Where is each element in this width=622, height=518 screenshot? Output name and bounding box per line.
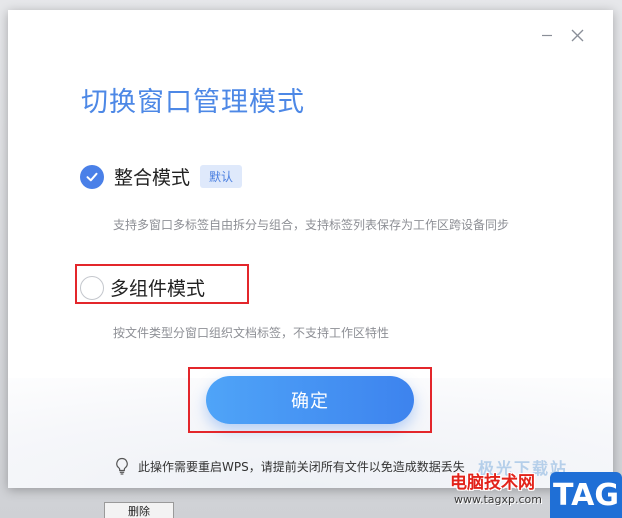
- confirm-button[interactable]: 确定: [206, 376, 414, 424]
- restart-notice: 此操作需要重启WPS，请提前关闭所有文件以免造成数据丢失: [114, 457, 465, 475]
- checkmark-icon: [86, 172, 98, 181]
- background-tab-delete: 删除: [104, 502, 174, 518]
- notice-text: 此操作需要重启WPS，请提前关闭所有文件以免造成数据丢失: [138, 459, 465, 474]
- radio-unchecked[interactable]: [80, 275, 104, 300]
- dialog-title: 切换窗口管理模式: [81, 87, 305, 118]
- option-integrated-mode[interactable]: 整合模式 默认: [80, 163, 243, 190]
- option-label: 多组件模式: [110, 278, 206, 300]
- watermark-site-name: 电脑技术网: [450, 473, 535, 493]
- lightbulb-icon: [116, 457, 128, 475]
- option-description: 支持多窗口多标签自由拆分与组合，支持标签列表保存为工作区跨设备同步: [113, 218, 510, 232]
- window-mode-dialog: 切换窗口管理模式 整合模式 默认 支持多窗口多标签自由拆分与组合，支持标签列表保…: [8, 10, 613, 488]
- default-badge: 默认: [200, 165, 243, 188]
- watermark-url: www.tagxp.com: [454, 493, 542, 506]
- option-description: 按文件类型分窗口组织文档标签，不支持工作区特性: [113, 326, 390, 340]
- option-multi-component-mode[interactable]: 多组件模式: [80, 274, 205, 301]
- close-button[interactable]: [566, 24, 588, 46]
- minimize-icon: [542, 34, 552, 37]
- close-icon: [571, 29, 583, 41]
- minimize-button[interactable]: [536, 24, 558, 46]
- watermark-logo: TAG: [550, 472, 622, 518]
- radio-checked[interactable]: [80, 164, 104, 189]
- option-label: 整合模式: [114, 167, 191, 189]
